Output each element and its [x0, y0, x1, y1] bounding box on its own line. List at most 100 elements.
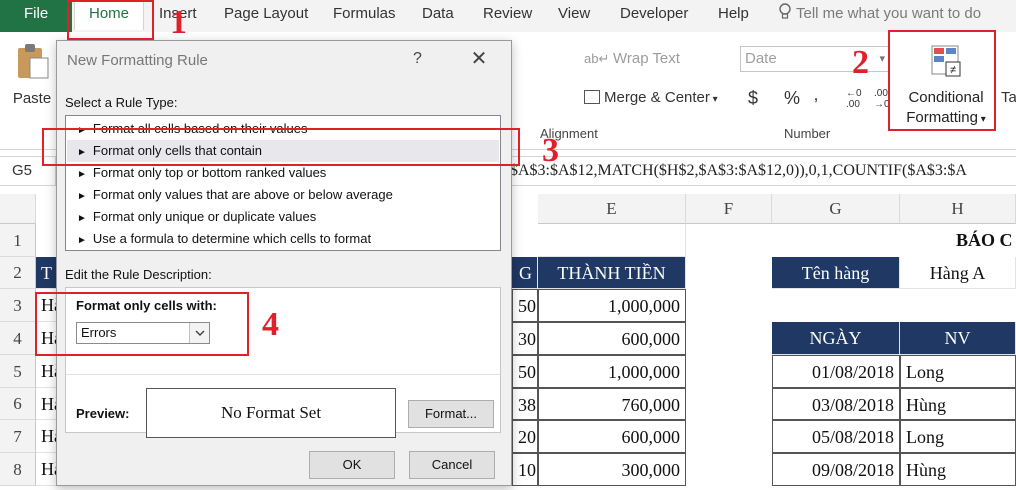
table-cell[interactable]: Hà — [36, 388, 58, 420]
tab-data[interactable]: Data — [422, 0, 454, 30]
ten-hang-label-cell[interactable]: Tên hàng — [772, 257, 900, 289]
table-cell[interactable]: Hà — [36, 420, 58, 453]
chevron-down-icon: ▾ — [879, 53, 885, 65]
percent-button[interactable]: % — [784, 88, 800, 109]
annotation-step-2: 2 — [852, 44, 869, 81]
employee-cell[interactable]: Long — [900, 420, 1016, 453]
row-header[interactable]: 8 — [0, 453, 36, 486]
arrow-icon: ► — [77, 213, 87, 224]
rule-type-label: Format only unique or duplicate values — [92, 209, 317, 224]
total-cell[interactable]: 300,000 — [538, 453, 686, 486]
tell-me-text: Tell me what you want to do — [796, 5, 982, 22]
row-header[interactable]: 6 — [0, 388, 36, 420]
currency-button[interactable]: $ — [748, 88, 758, 109]
quantity-cell[interactable]: 20 — [512, 420, 538, 453]
preview-box: No Format Set — [146, 388, 396, 438]
wrap-text-icon: ab↵ — [584, 51, 613, 66]
tab-developer[interactable]: Developer — [620, 0, 688, 30]
paste-button[interactable]: Paste — [6, 42, 58, 107]
cancel-button[interactable]: Cancel — [409, 451, 495, 479]
annotation-box-home-tab — [67, 0, 154, 40]
divider — [66, 374, 500, 375]
arrow-icon: ► — [77, 191, 87, 202]
tab-review[interactable]: Review — [483, 0, 532, 30]
quantity-cell[interactable]: 50 — [512, 355, 538, 388]
report-title-cell[interactable]: BÁO C — [956, 230, 1013, 251]
tab-help[interactable]: Help — [718, 0, 749, 30]
paste-label: Paste — [12, 90, 52, 107]
chevron-down-icon: ▾ — [709, 94, 718, 105]
total-cell[interactable]: 600,000 — [538, 322, 686, 355]
rule-type-item[interactable]: ► Format only unique or duplicate values — [67, 206, 499, 228]
annotation-step-4: 4 — [262, 306, 279, 343]
preview-label: Preview: — [76, 406, 130, 421]
table-cell[interactable] — [538, 224, 686, 257]
date-cell[interactable]: 05/08/2018 — [772, 420, 900, 453]
column-header-e[interactable]: E — [538, 194, 686, 224]
quantity-cell[interactable]: 30 — [512, 322, 538, 355]
employee-cell[interactable]: Long — [900, 355, 1016, 388]
rule-type-label: Use a formula to determine which cells t… — [92, 231, 372, 246]
total-cell[interactable]: 1,000,000 — [538, 289, 686, 322]
increase-decimal-icon[interactable]: ←0.00 — [846, 88, 862, 110]
tab-page-layout[interactable]: Page Layout — [224, 0, 308, 30]
tab-view[interactable]: View — [558, 0, 590, 30]
tab-file[interactable]: File — [0, 0, 72, 32]
merge-center-button[interactable]: Merge & Center ▾ — [584, 89, 718, 106]
select-all-corner[interactable] — [0, 194, 36, 224]
employee-cell[interactable]: Hùng — [900, 453, 1016, 486]
number-format-value: Date — [745, 50, 777, 67]
ok-button[interactable]: OK — [309, 451, 395, 479]
formula-input[interactable]: $A$3:$A$12,MATCH($H$2,$A$3:$A$12,0)),0,1… — [510, 157, 967, 185]
format-as-table-button[interactable]: Ta — [1001, 88, 1016, 108]
total-cell[interactable]: 1,000,000 — [538, 355, 686, 388]
rule-type-item[interactable]: ► Use a formula to determine which cells … — [67, 228, 499, 250]
arrow-icon: ► — [77, 169, 87, 180]
column-header-g[interactable]: G — [772, 194, 900, 224]
row-header[interactable]: 1 — [0, 224, 36, 257]
total-cell[interactable]: 600,000 — [538, 420, 686, 453]
clipboard-icon — [18, 44, 49, 79]
row-header[interactable]: 5 — [0, 355, 36, 388]
date-cell[interactable]: 03/08/2018 — [772, 388, 900, 420]
dialog-title: New Formatting Rule — [67, 52, 208, 69]
table-header-cell[interactable]: T — [36, 257, 58, 289]
annotation-box-rule-type — [42, 128, 520, 166]
quantity-cell[interactable]: 38 — [512, 388, 538, 420]
quantity-cell[interactable]: 50 — [512, 289, 538, 322]
comma-style-button[interactable]: ‚ — [814, 84, 818, 105]
date-cell[interactable]: 09/08/2018 — [772, 453, 900, 486]
ten-hang-value-cell[interactable]: Hàng A — [900, 257, 1016, 289]
tab-formulas[interactable]: Formulas — [333, 0, 396, 30]
help-button[interactable]: ? — [413, 50, 422, 68]
tell-me-search[interactable]: Tell me what you want to do — [778, 0, 981, 30]
wrap-text-label: Wrap Text — [612, 50, 680, 67]
select-rule-type-label: Select a Rule Type: — [65, 95, 178, 110]
close-icon[interactable]: ✕ — [467, 47, 491, 71]
wrap-text-button[interactable]: ab↵ Wrap Text — [584, 50, 680, 67]
rule-type-item[interactable]: ► Format only values that are above or be… — [67, 184, 499, 206]
lightbulb-icon — [779, 3, 791, 19]
nv-header-cell[interactable]: NV — [900, 322, 1016, 355]
column-header-h[interactable]: H — [900, 194, 1016, 224]
rule-type-label: Format only values that are above or bel… — [92, 187, 393, 202]
total-cell[interactable]: 760,000 — [538, 388, 686, 420]
date-cell[interactable]: 01/08/2018 — [772, 355, 900, 388]
column-header-f[interactable]: F — [686, 194, 772, 224]
row-header[interactable]: 3 — [0, 289, 36, 322]
table-header-cell[interactable]: G — [512, 257, 538, 289]
table-header-cell[interactable]: THÀNH TIỀN — [538, 257, 686, 289]
edit-description-label: Edit the Rule Description: — [65, 267, 212, 282]
annotation-step-1: 1 — [170, 4, 187, 41]
format-button[interactable]: Format... — [408, 400, 494, 428]
quantity-cell[interactable]: 10 — [512, 453, 538, 486]
ngay-header-cell[interactable]: NGÀY — [772, 322, 900, 355]
employee-cell[interactable]: Hùng — [900, 388, 1016, 420]
row-header[interactable]: 2 — [0, 257, 36, 289]
merge-center-label: Merge & Center — [604, 89, 710, 106]
table-cell[interactable]: Hà — [36, 453, 58, 486]
number-group-label: Number — [784, 126, 831, 141]
table-cell[interactable]: Hà — [36, 355, 58, 388]
row-header[interactable]: 4 — [0, 322, 36, 355]
row-header[interactable]: 7 — [0, 420, 36, 453]
